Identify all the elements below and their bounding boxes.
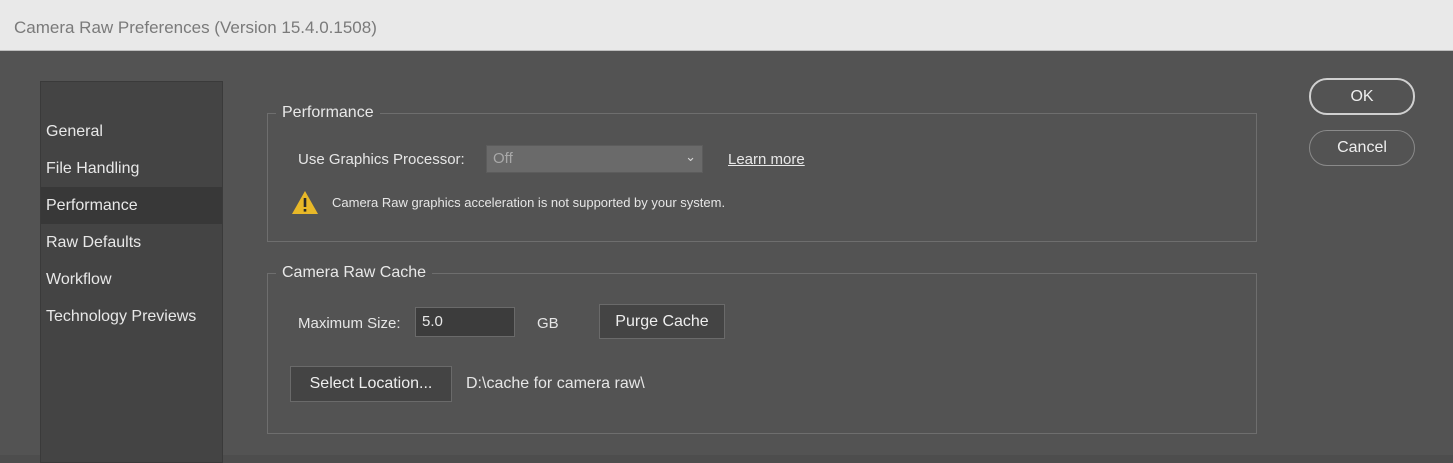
sidebar-item-technology-previews[interactable]: Technology Previews <box>41 298 222 335</box>
cancel-button[interactable]: Cancel <box>1309 130 1415 166</box>
cache-group-title: Camera Raw Cache <box>276 264 433 282</box>
cache-group: Camera Raw Cache Maximum Size: 5.0 GB Pu… <box>267 264 1257 434</box>
performance-group: Performance Use Graphics Processor: Off … <box>267 104 1257 242</box>
gpu-select-value: Off <box>493 150 513 167</box>
ok-button[interactable]: OK <box>1309 78 1415 115</box>
performance-group-title: Performance <box>276 104 380 122</box>
select-location-button[interactable]: Select Location... <box>290 366 452 402</box>
max-size-unit: GB <box>537 315 559 332</box>
title-bar: Camera Raw Preferences (Version 15.4.0.1… <box>0 0 1453 51</box>
preferences-sidebar: General File Handling Performance Raw De… <box>40 81 223 463</box>
sidebar-item-performance[interactable]: Performance <box>41 187 222 224</box>
cache-location-path: D:\cache for camera raw\ <box>466 375 645 392</box>
max-size-input[interactable]: 5.0 <box>415 307 515 337</box>
window-title: Camera Raw Preferences (Version 15.4.0.1… <box>14 18 377 37</box>
max-size-label: Maximum Size: <box>298 315 401 332</box>
chevron-down-icon: ⌄ <box>685 149 696 164</box>
preferences-dialog: General File Handling Performance Raw De… <box>0 51 1453 463</box>
sidebar-item-file-handling[interactable]: File Handling <box>41 150 222 187</box>
warning-triangle-icon <box>292 191 318 214</box>
sidebar-item-raw-defaults[interactable]: Raw Defaults <box>41 224 222 261</box>
purge-cache-button[interactable]: Purge Cache <box>599 304 725 339</box>
sidebar-item-workflow[interactable]: Workflow <box>41 261 222 298</box>
learn-more-link[interactable]: Learn more <box>728 151 805 168</box>
gpu-select[interactable]: Off ⌄ <box>486 145 703 173</box>
gpu-warning-text: Camera Raw graphics acceleration is not … <box>332 195 726 210</box>
gpu-label: Use Graphics Processor: <box>298 151 465 168</box>
sidebar-item-general[interactable]: General <box>41 113 222 150</box>
